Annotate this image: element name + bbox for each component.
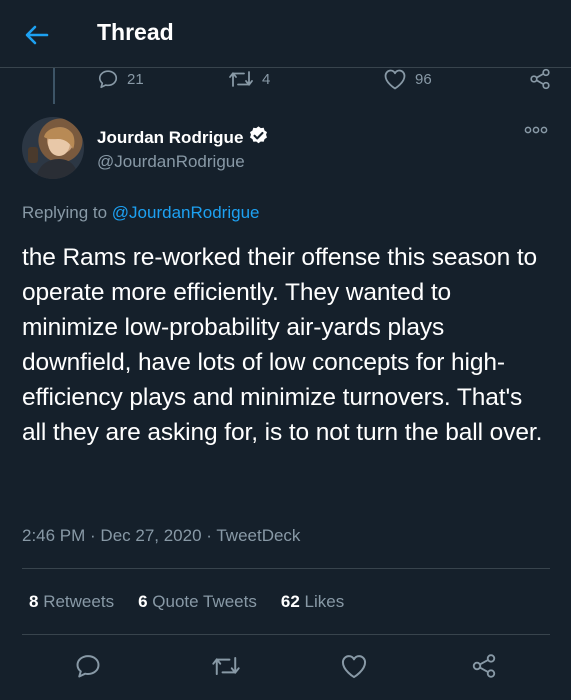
- like-button[interactable]: [340, 652, 370, 682]
- tweet-timestamp-source[interactable]: 2:46 PM · Dec 27, 2020 · TweetDeck: [22, 526, 300, 546]
- quote-tweets-number: 6: [138, 592, 148, 611]
- reply-icon: [98, 70, 118, 89]
- author-name-text: Jourdan Rodrigue: [97, 128, 244, 147]
- retweet-icon: [212, 656, 240, 676]
- divider: [22, 634, 550, 635]
- prev-retweet-count: 4: [262, 70, 271, 88]
- likes-number: 62: [280, 592, 300, 611]
- header-bar: Thread: [0, 0, 571, 68]
- reply-button[interactable]: [74, 652, 104, 682]
- replying-prefix: Replying to: [22, 203, 108, 222]
- author-handle[interactable]: @JourdanRodrigue: [97, 152, 245, 172]
- author-name[interactable]: Jourdan Rodrigue: [97, 125, 269, 151]
- engagement-counts: 8 Retweets 6 Quote Tweets 62 Likes: [29, 592, 368, 612]
- retweets-number: 8: [29, 592, 39, 611]
- tweet-action-bar: [0, 648, 571, 688]
- share-icon: [472, 654, 496, 678]
- retweets-label: Retweets: [43, 592, 115, 611]
- prev-reply-button[interactable]: 21: [97, 66, 144, 92]
- divider: [22, 568, 550, 569]
- prev-retweet-button[interactable]: 4: [228, 66, 270, 92]
- page-title: Thread: [97, 19, 174, 45]
- back-arrow-icon[interactable]: [22, 20, 52, 50]
- quote-tweets-label: Quote Tweets: [152, 592, 257, 611]
- heart-icon: [384, 69, 406, 90]
- share-icon: [530, 68, 550, 90]
- quote-tweets-count-link[interactable]: 6 Quote Tweets: [138, 592, 257, 612]
- retweets-count-link[interactable]: 8 Retweets: [29, 592, 114, 612]
- prev-like-button[interactable]: 96: [383, 66, 432, 92]
- share-button[interactable]: [470, 652, 500, 682]
- verified-badge-icon: [248, 125, 269, 151]
- previous-tweet-actions: 21 4 96: [0, 66, 571, 96]
- prev-reply-count: 21: [127, 70, 144, 88]
- likes-label: Likes: [304, 592, 345, 611]
- retweet-icon: [229, 71, 253, 87]
- tweet-text: the Rams re-worked their offense this se…: [22, 244, 543, 446]
- retweet-button[interactable]: [211, 652, 241, 682]
- likes-count-link[interactable]: 62 Likes: [281, 592, 344, 612]
- replying-to-line: Replying to @JourdanRodrigue: [22, 203, 259, 223]
- more-options-icon[interactable]: [523, 123, 549, 137]
- avatar[interactable]: [22, 117, 84, 179]
- replying-to-mention-link[interactable]: @JourdanRodrigue: [112, 203, 260, 222]
- thread-page: Thread 21 4 96 Jourdan Rodrigue @Jourdan…: [0, 0, 571, 700]
- prev-share-button[interactable]: [528, 66, 552, 92]
- prev-like-count: 96: [415, 70, 432, 88]
- reply-icon: [76, 655, 100, 678]
- heart-icon: [341, 655, 367, 679]
